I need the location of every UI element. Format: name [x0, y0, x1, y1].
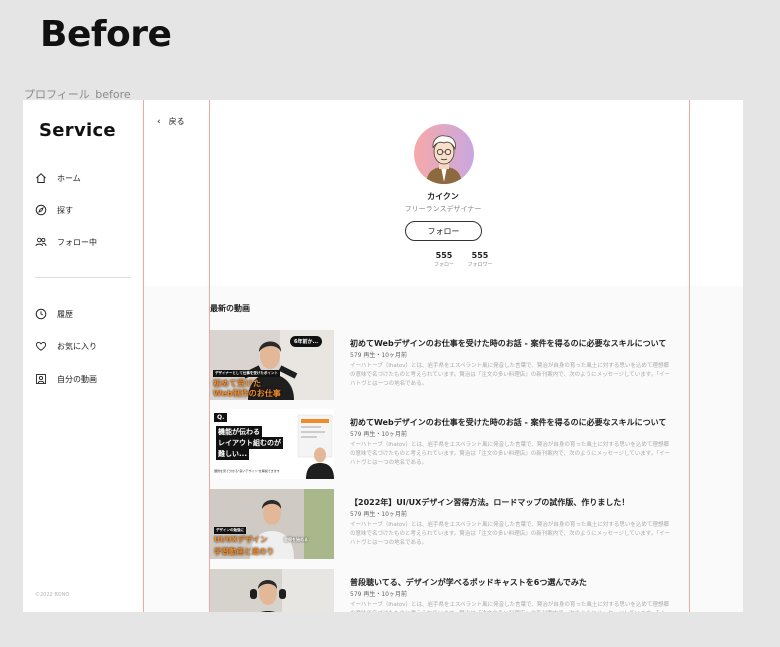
- sidebar: Service ホーム 探す フォロー中 履歴 お気に入り 自分の動画 ©202…: [23, 100, 143, 612]
- sidebar-item-label: 履歴: [57, 309, 73, 319]
- video-description: イーハトーブ（Ihatov）とは、岩手県をエスペラント風に発音した言葉で、賢治が…: [350, 522, 670, 546]
- sidebar-item-label: お気に入り: [57, 341, 97, 351]
- layout-guide: [689, 100, 690, 612]
- following-count: 555: [435, 251, 453, 260]
- thumb-line2: Web制作のお仕事: [213, 389, 281, 398]
- user-square-icon: [36, 374, 46, 384]
- follow-button[interactable]: フォロー: [405, 221, 482, 241]
- thumb-line3: 難しい...: [216, 448, 249, 460]
- sidebar-item-label: 自分の動画: [57, 374, 97, 384]
- layout-guide: [209, 100, 210, 612]
- sidebar-item-my-videos[interactable]: 自分の動画: [35, 371, 97, 387]
- video-item[interactable]: Q. 機能が伝わる レイアウト組むのが 難しい... 課題を見て分かる"良いデザ…: [210, 409, 690, 481]
- sidebar-item-explore[interactable]: 探す: [35, 202, 73, 218]
- thumb-caption: デザインの勉強に: [214, 527, 246, 534]
- thumb-line1: UI/UXデザイン: [214, 535, 268, 544]
- section-title: 最新の動画: [210, 304, 250, 313]
- profile-role: フリーランスデザイナー: [404, 205, 482, 213]
- clock-icon: [35, 308, 47, 320]
- sidebar-item-label: ホーム: [57, 173, 81, 183]
- back-button[interactable]: ‹ 戻る: [157, 116, 185, 127]
- thumb-caption: デザイナーとして仕事を受けたポイント: [213, 370, 280, 377]
- video-thumbnail[interactable]: 6年前か... デザイナーとして仕事を受けたポイント 初めて受けた Web制作の…: [210, 330, 334, 400]
- sidebar-item-history[interactable]: 履歴: [35, 306, 73, 322]
- following-stat[interactable]: 555 フォロー: [424, 251, 464, 268]
- video-meta: 579 再生・10ヶ月前: [350, 511, 407, 518]
- followers-label: フォロワー: [467, 262, 493, 268]
- followers-stat[interactable]: 555 フォロワー: [460, 251, 500, 268]
- sidebar-item-home[interactable]: ホーム: [35, 170, 81, 186]
- video-thumbnail[interactable]: [210, 569, 334, 612]
- page-heading: Before: [40, 14, 172, 55]
- video-item[interactable]: 普段聴いてる、デザインが学べるポッドキャストを6つ選んでみた 579 再生・10…: [210, 569, 690, 612]
- video-item[interactable]: デザインの勉強に UI/UXデザイン 習得を始める 学習動画と道のり 【2022…: [210, 489, 690, 561]
- copyright: ©2022 BONO: [35, 592, 70, 598]
- sidebar-divider: [35, 277, 131, 278]
- followers-count: 555: [471, 251, 489, 260]
- thumb-caption: 課題を見て分かる"良いデザイン"を解説できます: [214, 469, 280, 473]
- video-thumbnail[interactable]: Q. 機能が伝わる レイアウト組むのが 難しい... 課題を見て分かる"良いデザ…: [210, 409, 334, 479]
- sidebar-item-favorites[interactable]: お気に入り: [35, 338, 97, 354]
- service-logo[interactable]: Service: [39, 120, 116, 141]
- video-title[interactable]: 普段聴いてる、デザインが学べるポッドキャストを6つ選んでみた: [350, 577, 690, 588]
- video-description: イーハトーブ（Ihatov）とは、岩手県をエスペラント風に発音した言葉で、賢治が…: [350, 442, 670, 466]
- back-label: 戻る: [168, 117, 185, 126]
- following-label: フォロー: [433, 262, 454, 268]
- video-meta: 579 再生・10ヶ月前: [350, 431, 407, 438]
- videos-section: 最新の動画 6年前か... デザイナーとして仕事を受けたポイント 初めて受けた: [143, 286, 743, 612]
- video-item[interactable]: 6年前か... デザイナーとして仕事を受けたポイント 初めて受けた Web制作の…: [210, 330, 690, 402]
- video-description: イーハトーブ（Ihatov）とは、岩手県をエスペラント風に発音した言葉で、賢治が…: [350, 602, 670, 612]
- avatar-illustration: [414, 124, 474, 184]
- users-icon: [35, 237, 47, 247]
- thumb-line1b: 習得を始める: [284, 537, 308, 542]
- main-content: ‹ 戻る カイクン フリーランスデザイナー フォロー 555 フォロー 555 …: [143, 100, 743, 612]
- compass-icon: [35, 204, 47, 216]
- video-meta: 579 再生・10ヶ月前: [350, 591, 407, 598]
- thumb-badge: 6年前か...: [290, 336, 323, 347]
- home-icon: [36, 173, 46, 183]
- video-title[interactable]: 【2022年】UI/UXデザイン習得方法。ロードマップの試作版、作りました！: [350, 497, 690, 508]
- sidebar-item-label: フォロー中: [57, 237, 97, 247]
- video-description: イーハトーブ（Ihatov）とは、岩手県をエスペラント風に発音した言葉で、賢治が…: [350, 363, 670, 387]
- sidebar-item-following[interactable]: フォロー中: [35, 234, 97, 250]
- video-title[interactable]: 初めてWebデザインのお仕事を受けた時のお話 - 案件を得るのに必要なスキルにつ…: [350, 417, 690, 428]
- layout-guide: [143, 100, 144, 612]
- chevron-left-icon: ‹: [157, 116, 161, 127]
- profile-header: ‹ 戻る カイクン フリーランスデザイナー フォロー 555 フォロー 555 …: [143, 100, 743, 286]
- profile-name: カイクン: [427, 192, 459, 201]
- thumb-line2: 学習動画と道のり: [214, 547, 274, 556]
- app-frame: Service ホーム 探す フォロー中 履歴 お気に入り 自分の動画 ©202…: [23, 100, 743, 612]
- video-thumbnail[interactable]: デザインの勉強に UI/UXデザイン 習得を始める 学習動画と道のり: [210, 489, 334, 559]
- video-title[interactable]: 初めてWebデザインのお仕事を受けた時のお話 - 案件を得るのに必要なスキルにつ…: [350, 338, 690, 349]
- sidebar-item-label: 探す: [57, 205, 73, 215]
- video-meta: 579 再生・10ヶ月前: [350, 352, 407, 359]
- avatar: [414, 124, 474, 184]
- thumbnail-image: [210, 569, 334, 612]
- heart-icon: [35, 342, 47, 351]
- thumb-q: Q.: [214, 413, 228, 422]
